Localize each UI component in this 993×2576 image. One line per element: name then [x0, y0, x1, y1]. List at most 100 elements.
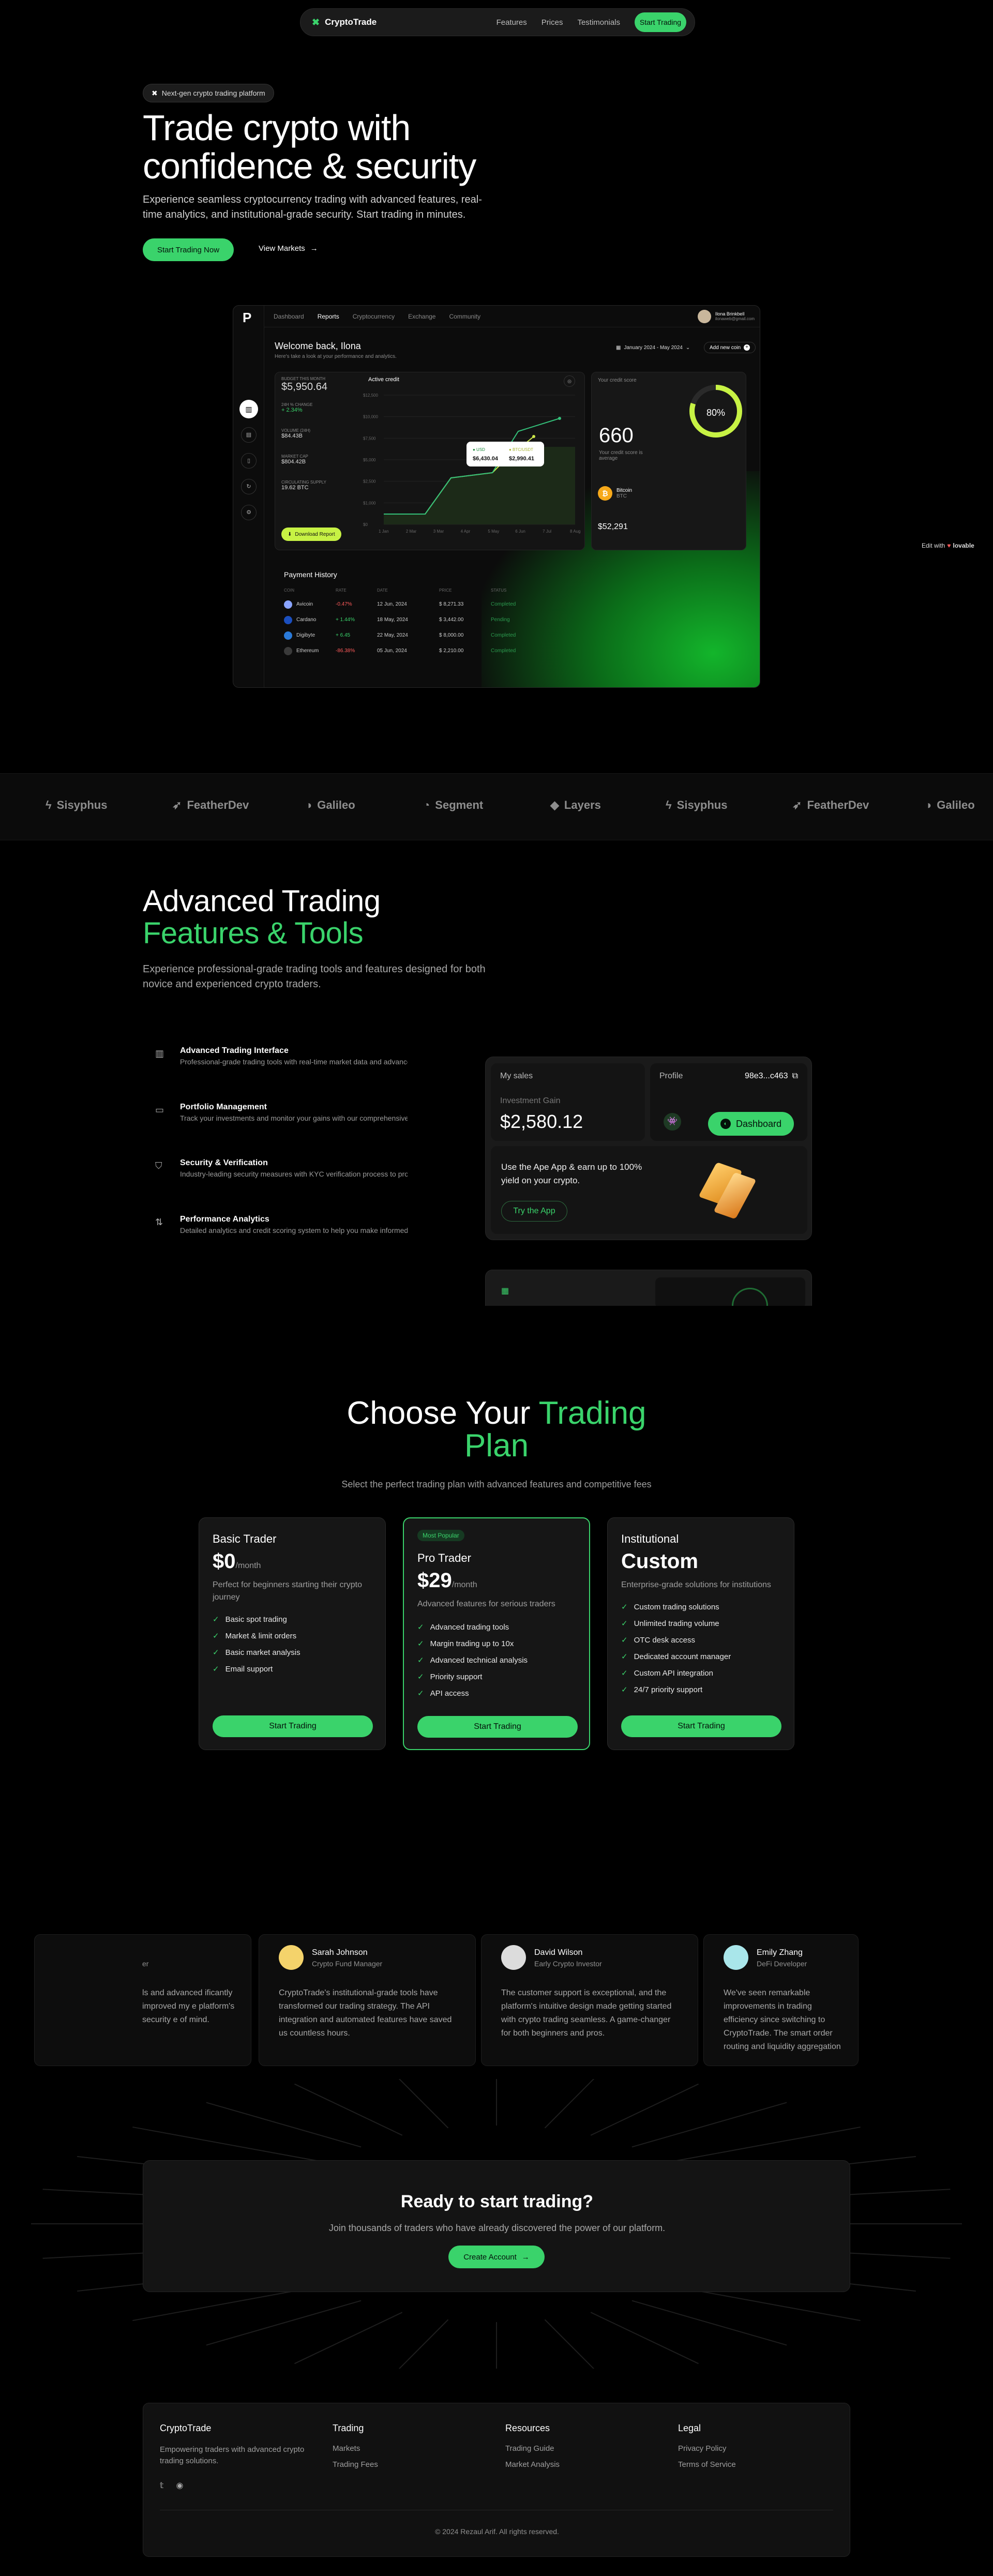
coin-icon: [284, 600, 292, 609]
check-icon: ✓: [621, 1652, 628, 1661]
arrow-right-icon: →: [310, 244, 318, 253]
nav-link-prices[interactable]: Prices: [541, 18, 563, 27]
layers-icon: ◆: [550, 799, 559, 811]
check-icon: ✓: [417, 1673, 424, 1681]
stat-item: BUDGET THIS MONTH $5,950.64: [281, 376, 327, 393]
y-tick: $0: [363, 522, 368, 527]
table-row[interactable]: Avicoin -0.47% 12 Jun, 2024 $ 8,271.33 Compl…: [284, 598, 594, 614]
table-row[interactable]: Cardano + 1.44% 18 May, 2024 $ 3,442.00 Pend…: [284, 614, 594, 629]
plan-feature-text: Market & limit orders: [225, 1631, 297, 1640]
hero-title: Trade crypto with confidence & security: [143, 109, 536, 185]
create-account-button[interactable]: Create Account →: [448, 2246, 545, 2268]
tab-dashboard[interactable]: Dashboard: [274, 313, 304, 320]
cell-coin: Ethereum: [296, 648, 319, 654]
footer-link[interactable]: Trading Fees: [333, 2460, 378, 2469]
dashboard-button[interactable]: ◐ Dashboard: [708, 1112, 794, 1136]
y-tick: $1,000: [363, 501, 376, 505]
table-row[interactable]: Ethereum -86.38% 05 Jun, 2024 $ 2,210.00 Com…: [284, 645, 594, 660]
try-the-app-button[interactable]: Try the App: [501, 1201, 567, 1222]
welcome-title: Welcome back, Ilona: [275, 341, 361, 351]
cell-price: $ 3,442.00: [439, 617, 464, 623]
tab-reports[interactable]: Reports: [318, 313, 339, 320]
hero-title-line1: Trade crypto with: [143, 108, 411, 148]
bar-icon[interactable]: ▤: [241, 427, 257, 443]
y-tick: $12,500: [363, 393, 378, 398]
add-coin-button[interactable]: Add new coin +: [704, 342, 756, 353]
tab-exchange[interactable]: Exchange: [408, 313, 435, 320]
tab-cryptocurrency[interactable]: Cryptocurrency: [353, 313, 395, 320]
cta-title: Ready to start trading?: [400, 2192, 594, 2211]
hero-subtitle: Experience seamless cryptocurrency tradi…: [143, 194, 482, 220]
chevron-down-icon: ⌄: [685, 345, 690, 351]
date-range-select[interactable]: ▦ January 2024 - May 2024 ⌄: [616, 345, 690, 351]
lovable-brand: lovable: [953, 542, 974, 549]
plan-name: Institutional: [621, 1532, 679, 1545]
start-trading-button[interactable]: Start Trading: [621, 1715, 781, 1737]
sales-card: My sales Investment Gain $2,580.12: [491, 1063, 645, 1141]
features-title: Advanced Trading Features & Tools: [143, 885, 381, 950]
edit-with-lovable-badge[interactable]: Edit with ♥ lovable: [922, 542, 974, 549]
doc-icon[interactable]: ▯: [241, 453, 257, 469]
copyright: © 2024 Rezaul Arif. All rights reserved.: [435, 2527, 559, 2536]
nav-link-testimonials[interactable]: Testimonials: [577, 18, 620, 27]
footer-link[interactable]: Privacy Policy: [678, 2444, 736, 2453]
footer-link[interactable]: Markets: [333, 2444, 378, 2453]
plan-name: Pro Trader: [417, 1551, 471, 1564]
plan-feature: ✓ 24/7 priority support: [621, 1681, 731, 1698]
nav-link-features[interactable]: Features: [496, 18, 527, 27]
cell-rate: -86.38%: [336, 648, 355, 654]
copy-icon[interactable]: ⧉: [792, 1072, 798, 1081]
nav-start-trading-button[interactable]: Start Trading: [635, 12, 686, 32]
bitcoin-row[interactable]: ₿ Bitcoin BTC: [598, 486, 632, 501]
user-chip[interactable]: Ilona Brinkbell ilonaweb@gmail.com: [697, 309, 755, 323]
wallet-address: 98e3...c463 ⧉: [744, 1072, 798, 1081]
testimonial-role: Early Crypto Investor: [534, 1960, 602, 1968]
check-icon: ✓: [621, 1669, 628, 1678]
features-title-line1: Advanced Trading: [143, 884, 381, 918]
y-tick: $5,000: [363, 458, 376, 462]
coin-icon: [284, 631, 292, 640]
sisyphus-icon: ϟ: [666, 799, 672, 811]
testimonial-role: Crypto Fund Manager: [312, 1960, 383, 1968]
view-markets-link[interactable]: View Markets →: [259, 244, 318, 253]
nav-brand[interactable]: ✖ CryptoTrade: [312, 17, 377, 28]
chart-icon[interactable]: ▥: [239, 400, 258, 418]
table-header: COIN RATE DATE PRICE STATUS: [284, 588, 594, 598]
plan-price: $29/month: [417, 1569, 477, 1592]
download-report-label: Download Report: [295, 531, 335, 537]
testimonial-role: er: [142, 1960, 149, 1968]
download-report-button[interactable]: ⬇ Download Report: [281, 528, 341, 541]
logo-strip: ϟ Sisyphus ➶ FeatherDev ◑ Galileo ◔ Segment …: [0, 773, 993, 840]
plan-desc: Enterprise-grade solutions for instituti…: [621, 1580, 771, 1589]
twitter-icon[interactable]: 𝕥: [160, 2480, 163, 2491]
y-tick: $2,500: [363, 479, 376, 484]
hero-title-line2: confidence & security: [143, 146, 476, 186]
footer-link[interactable]: Market Analysis: [505, 2460, 560, 2469]
credit-note: Your credit score is average: [599, 450, 643, 461]
pricing-title-a: Choose Your: [347, 1395, 531, 1431]
pricing-subtitle: Select the perfect trading plan with adv…: [341, 1479, 652, 1489]
stat-label: VOLUME (24H): [281, 428, 311, 433]
github-icon[interactable]: ◉: [176, 2480, 183, 2491]
pricing-title-b: Trading: [538, 1395, 646, 1431]
logo-icon: ✖: [312, 17, 320, 27]
avatar: [279, 1945, 304, 1970]
burst-line: [590, 2083, 699, 2136]
table-row[interactable]: Digibyte + 6.45 22 May, 2024 $ 8,000.00 Comp…: [284, 629, 594, 645]
footer-link[interactable]: Terms of Service: [678, 2460, 736, 2469]
footer-link[interactable]: Trading Guide: [505, 2444, 560, 2453]
start-trading-button[interactable]: Start Trading: [417, 1716, 578, 1738]
start-trading-now-button[interactable]: Start Trading Now: [143, 238, 234, 261]
stat-value: + 2.34%: [281, 407, 303, 413]
tab-community[interactable]: Community: [449, 313, 480, 320]
refresh-icon[interactable]: ↻: [241, 479, 257, 494]
start-trading-button[interactable]: Start Trading: [213, 1715, 373, 1737]
logo-segment: ◔ Segment: [423, 799, 484, 811]
footer: CryptoTrade Empowering traders with adva…: [143, 2403, 850, 2557]
stat-item: VOLUME (24H) $84.43B: [281, 428, 310, 439]
plan-features: ✓ Custom trading solutions ✓ Unlimited trad…: [621, 1599, 731, 1698]
cell-status: Completed: [491, 648, 516, 654]
check-icon: ✓: [417, 1689, 424, 1698]
settings-icon[interactable]: ⚙: [241, 505, 257, 520]
logo-featherdev-2: ➶ FeatherDev: [792, 799, 869, 811]
